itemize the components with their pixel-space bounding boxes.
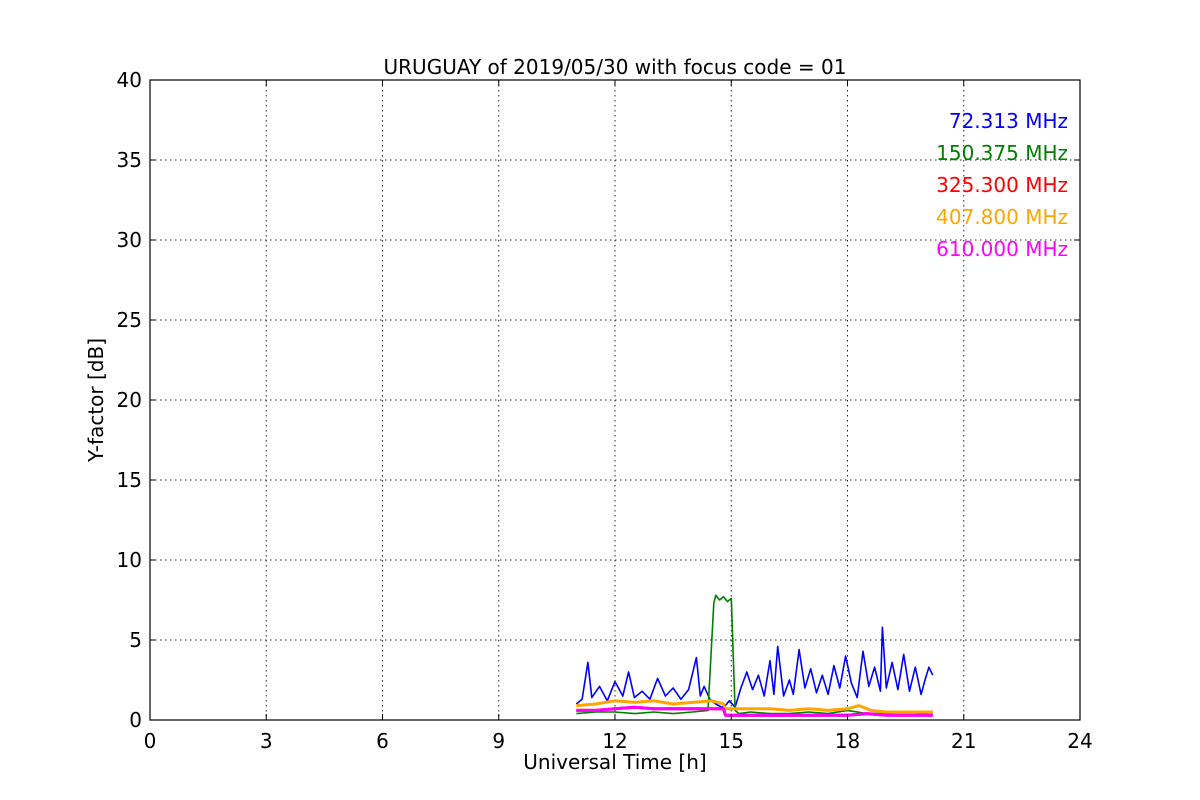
chart-container: 0 3 6 9 12 15 18 21 24 0 5 10 15 20 25 30 35 40 72.313 MH…	[0, 0, 1200, 800]
legend-layer: 72.313 MHz 150.375 MHz 325.300 MHz 407.800 …	[936, 109, 1068, 261]
y-tick-label: 40	[117, 68, 142, 92]
legend-entry-0: 72.313 MHz	[949, 109, 1068, 133]
y-tick-label: 35	[117, 148, 142, 172]
x-tick-label: 3	[260, 729, 273, 753]
y-tick-label: 30	[117, 228, 142, 252]
x-tick-label: 6	[376, 729, 389, 753]
y-tick-label: 25	[117, 308, 142, 332]
x-axis-label: Universal Time [h]	[523, 750, 706, 774]
legend-entry-2: 325.300 MHz	[936, 173, 1068, 197]
y-axis-label: Y-factor [dB]	[84, 338, 108, 463]
x-tick-label: 9	[492, 729, 505, 753]
legend-entry-1: 150.375 MHz	[936, 141, 1068, 165]
y-tick-label: 0	[129, 708, 142, 732]
legend-entry-4: 610.000 MHz	[936, 237, 1068, 261]
legend-entry-3: 407.800 MHz	[936, 205, 1068, 229]
chart-svg: 0 3 6 9 12 15 18 21 240510152025303540 72.313 MH…	[0, 0, 1200, 800]
y-tick-label: 5	[129, 628, 142, 652]
x-tick-label: 15	[719, 729, 744, 753]
y-tick-label: 15	[117, 468, 142, 492]
chart-title: URUGUAY of 2019/05/30 with focus code = …	[384, 55, 847, 79]
x-tick-label: 21	[951, 729, 976, 753]
y-tick-label: 10	[117, 548, 142, 572]
x-tick-label: 18	[835, 729, 860, 753]
y-tick-label: 20	[117, 388, 142, 412]
x-tick-label: 24	[1067, 729, 1092, 753]
x-tick-label: 0	[144, 729, 157, 753]
